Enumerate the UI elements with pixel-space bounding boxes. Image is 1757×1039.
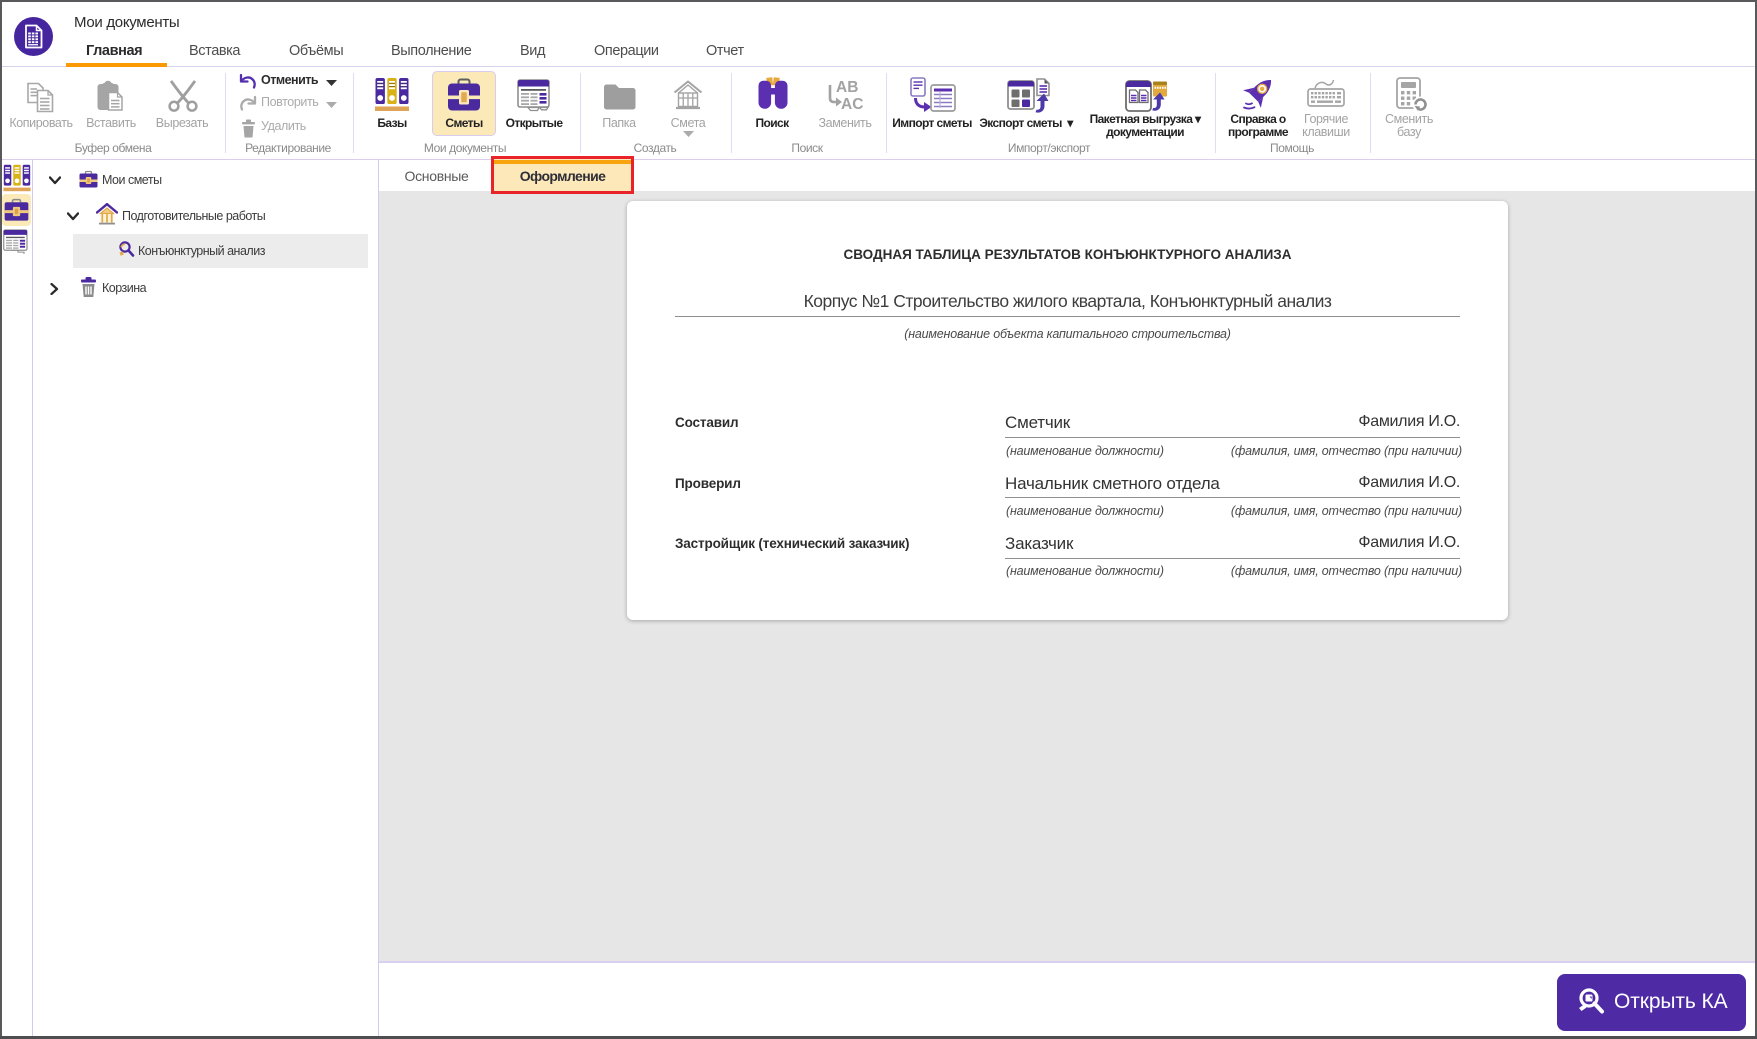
svg-text:AC: AC <box>841 96 863 113</box>
svg-text:AB: AB <box>836 79 858 96</box>
